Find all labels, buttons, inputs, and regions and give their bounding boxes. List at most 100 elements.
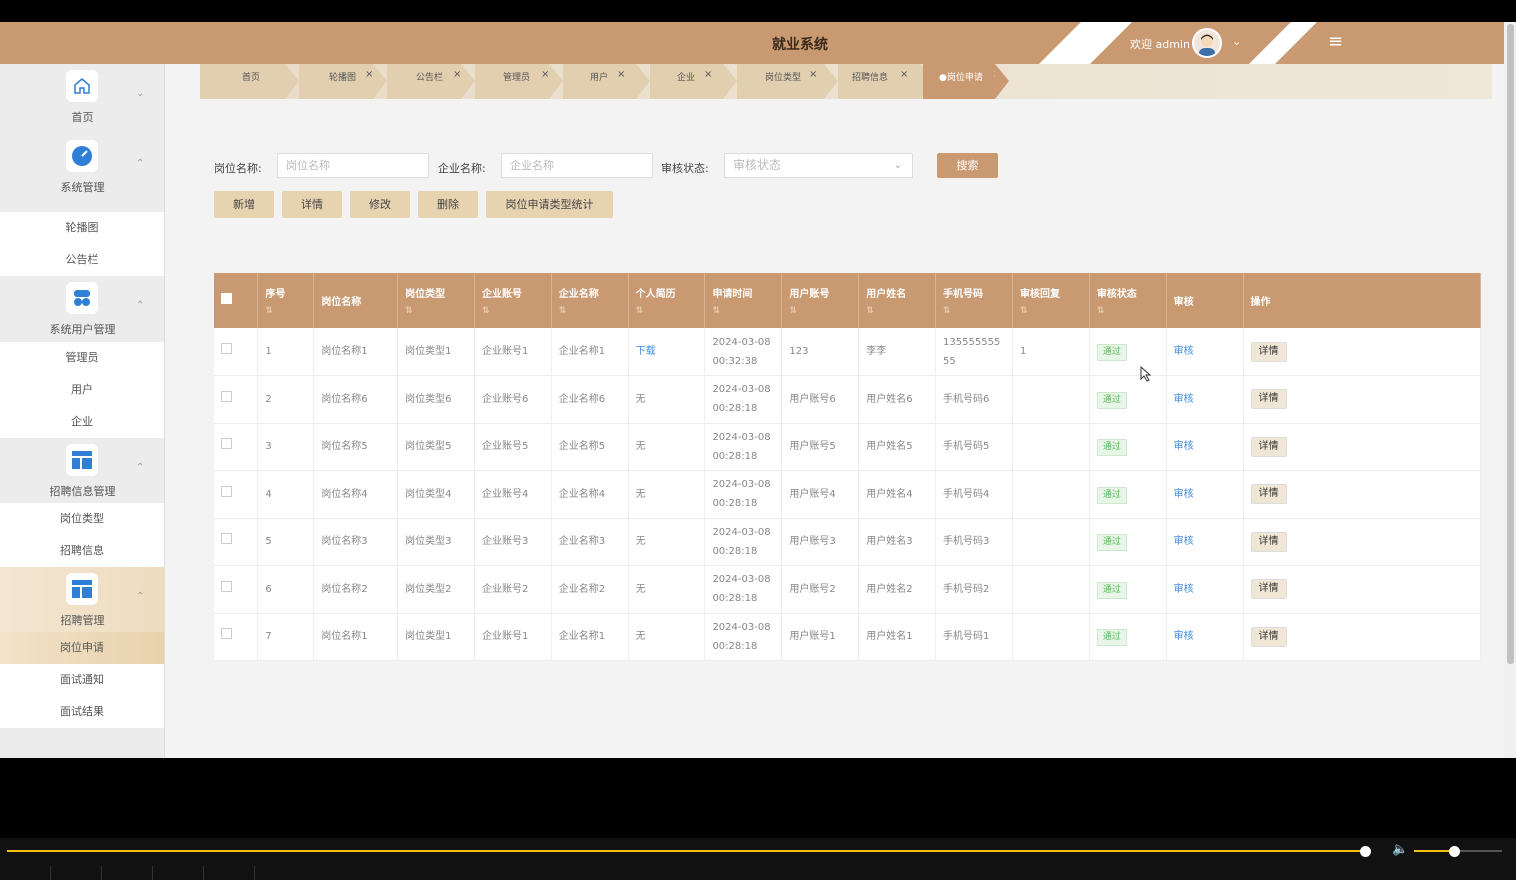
tab-home[interactable]: 首页	[200, 64, 299, 99]
column-header[interactable]: 企业账号 ⇅	[474, 273, 552, 328]
table-row[interactable]: 3 岗位名称5 岗位类型5 企业账号5 企业名称5 无 2024-03-08 00:28:18…	[214, 423, 1481, 471]
job-name-input[interactable]: 岗位名称	[277, 153, 429, 178]
add-button[interactable]: 新增	[214, 191, 274, 218]
sidebar-item-company[interactable]: 企业	[0, 406, 164, 438]
cell-audit[interactable]: 审核	[1166, 375, 1244, 424]
sidebar-item-carousel[interactable]: 轮播图	[0, 212, 164, 244]
tab-admin[interactable]: 管理员 ×	[475, 64, 563, 99]
row-detail-button[interactable]: 详情	[1250, 579, 1287, 600]
volume-icon[interactable]: 🔈	[1392, 842, 1408, 857]
scrollbar-thumb[interactable]	[1507, 24, 1514, 664]
sidebar-item-admin[interactable]: 管理员	[0, 342, 164, 374]
sidebar: 首页 ⌄ 系统管理 ⌃ 轮播图 公告栏 系统用户管理 ⌃ 管理员 用户 企业 招…	[0, 64, 165, 758]
sidebar-group-recruit-info[interactable]: 招聘信息管理 ⌃	[0, 438, 165, 503]
row-detail-button[interactable]: 详情	[1250, 626, 1287, 647]
close-icon[interactable]: ×	[900, 61, 908, 89]
playback-progress-knob[interactable]	[1360, 846, 1372, 857]
cell-audit[interactable]: 审核	[1166, 328, 1244, 376]
tab-recruit-info[interactable]: 招聘信息 ×	[838, 61, 935, 99]
table-row[interactable]: 2 岗位名称6 岗位类型6 企业账号6 企业名称6 无 2024-03-08 00:28:18…	[214, 375, 1481, 424]
table-row[interactable]: 5 岗位名称3 岗位类型3 企业账号3 企业名称3 无 2024-03-08 00:28:18…	[214, 518, 1481, 566]
sidebar-item-job-type[interactable]: 岗位类型	[0, 503, 164, 535]
delete-button[interactable]: 删除	[418, 191, 478, 218]
close-icon[interactable]: ×	[704, 61, 712, 89]
table-row[interactable]: 6 岗位名称2 岗位类型2 企业账号2 企业名称2 无 2024-03-08 00:28:18…	[214, 565, 1481, 614]
column-header[interactable]: 企业名称 ⇅	[551, 273, 629, 328]
select-all-checkbox[interactable]	[214, 273, 259, 328]
hamburger-menu-icon[interactable]: ≡	[1328, 31, 1343, 52]
sidebar-item-interview-notice[interactable]: 面试通知	[0, 664, 164, 696]
cell-audit[interactable]: 审核	[1166, 565, 1244, 614]
column-header[interactable]: 用户账号 ⇅	[781, 273, 860, 328]
sidebar-group-system[interactable]: 系统管理 ⌃	[0, 134, 165, 212]
cell-audit[interactable]: 审核	[1166, 470, 1244, 519]
cell-audit[interactable]: 审核	[1166, 518, 1244, 566]
sidebar-item-recruit-info[interactable]: 招聘信息	[0, 535, 164, 567]
sidebar-item-label: 招聘管理	[60, 614, 105, 627]
cell-apply-time: 2024-03-08 00:32:38	[704, 328, 783, 376]
row-detail-button[interactable]: 详情	[1250, 341, 1287, 362]
row-checkbox[interactable]	[214, 328, 259, 376]
edit-button[interactable]: 修改	[350, 191, 410, 218]
stats-button[interactable]: 岗位申请类型统计	[486, 191, 613, 218]
row-detail-button[interactable]: 详情	[1250, 389, 1287, 410]
column-header[interactable]: 序号 ⇅	[257, 273, 315, 328]
column-header[interactable]: 审核回复 ⇅	[1012, 273, 1090, 328]
row-detail-button[interactable]: 详情	[1250, 436, 1287, 457]
sidebar-item-notice[interactable]: 公告栏	[0, 244, 164, 276]
column-header[interactable]: 个人简历 ⇅	[628, 273, 706, 328]
column-header[interactable]: 岗位名称	[313, 273, 399, 328]
user-group-icon	[66, 282, 98, 314]
cell-company-account: 企业账号5	[474, 423, 552, 471]
volume-knob[interactable]	[1448, 846, 1460, 857]
audit-link: 审核	[1173, 488, 1194, 500]
sidebar-item-job-apply[interactable]: 岗位申请	[0, 632, 164, 664]
column-header[interactable]: 申请时间 ⇅	[704, 273, 783, 328]
tab-job-apply[interactable]: ●岗位申请 ×	[923, 64, 1009, 99]
tab-notice[interactable]: 公告栏 ×	[387, 64, 475, 99]
row-checkbox[interactable]	[214, 518, 259, 566]
job-apply-table: 序号 ⇅ 岗位名称 岗位类型 ⇅ 企业账号 ⇅ 企业名称 ⇅ 个人简历 ⇅ 申请时间 ⇅ 用…	[214, 273, 1481, 661]
sidebar-item-home[interactable]: 首页 ⌄	[0, 64, 165, 134]
close-icon[interactable]: ×	[617, 61, 625, 89]
row-detail-button[interactable]: 详情	[1250, 531, 1287, 552]
table-row[interactable]: 4 岗位名称4 岗位类型4 企业账号4 企业名称4 无 2024-03-08 00:28:18…	[214, 470, 1481, 519]
cell-resume[interactable]: 下载	[628, 328, 706, 376]
cell-no: 2	[257, 375, 315, 424]
table-row[interactable]: 7 岗位名称1 岗位类型1 企业账号1 企业名称1 无 2024-03-08 00:28:18…	[214, 613, 1481, 661]
page-scrollbar[interactable]	[1504, 22, 1516, 758]
sidebar-group-users[interactable]: 系统用户管理 ⌃	[0, 276, 165, 342]
column-header[interactable]: 审核	[1166, 273, 1244, 328]
sidebar-item-user[interactable]: 用户	[0, 374, 164, 406]
tab-carousel[interactable]: 轮播图 ×	[299, 64, 387, 99]
row-checkbox[interactable]	[214, 470, 259, 519]
user-avatar[interactable]	[1192, 28, 1222, 58]
tab-company[interactable]: 企业 ×	[650, 61, 737, 99]
column-header[interactable]: 操作	[1243, 273, 1481, 328]
cell-audit[interactable]: 审核	[1166, 423, 1244, 471]
search-button[interactable]: 搜索	[937, 153, 998, 178]
table-row[interactable]: 1 岗位名称1 岗位类型1 企业账号1 企业名称1 下载 2024-03-08 00:32:3…	[214, 328, 1481, 376]
row-detail-button[interactable]: 详情	[1250, 484, 1287, 505]
close-icon[interactable]: ×	[809, 61, 817, 89]
tab-job-type[interactable]: 岗位类型 ×	[737, 61, 838, 99]
detail-button[interactable]: 详情	[282, 191, 342, 218]
playback-progress-bar[interactable]	[7, 850, 1366, 852]
tab-user[interactable]: 用户 ×	[563, 61, 650, 99]
row-checkbox[interactable]	[214, 375, 259, 424]
row-checkbox[interactable]	[214, 565, 259, 614]
company-name-input[interactable]: 企业名称	[501, 153, 653, 178]
sidebar-group-recruit-manage[interactable]: 招聘管理 ⌃	[0, 567, 165, 632]
status-select[interactable]: 审核状态 ⌄	[724, 153, 913, 178]
user-menu-chevron-icon[interactable]: ⌄	[1232, 35, 1241, 48]
column-header[interactable]: 岗位类型 ⇅	[397, 273, 475, 328]
cell-phone: 135555555 55	[935, 328, 1013, 376]
sidebar-item-interview-result[interactable]: 面试结果	[0, 696, 164, 728]
cell-audit[interactable]: 审核	[1166, 613, 1244, 661]
row-checkbox[interactable]	[214, 613, 259, 661]
column-header[interactable]: 手机号码 ⇅	[935, 273, 1013, 328]
column-header[interactable]: 用户姓名 ⇅	[858, 273, 937, 328]
column-header[interactable]: 审核状态 ⇅	[1089, 273, 1167, 328]
cell-no: 4	[257, 470, 315, 519]
row-checkbox[interactable]	[214, 423, 259, 471]
